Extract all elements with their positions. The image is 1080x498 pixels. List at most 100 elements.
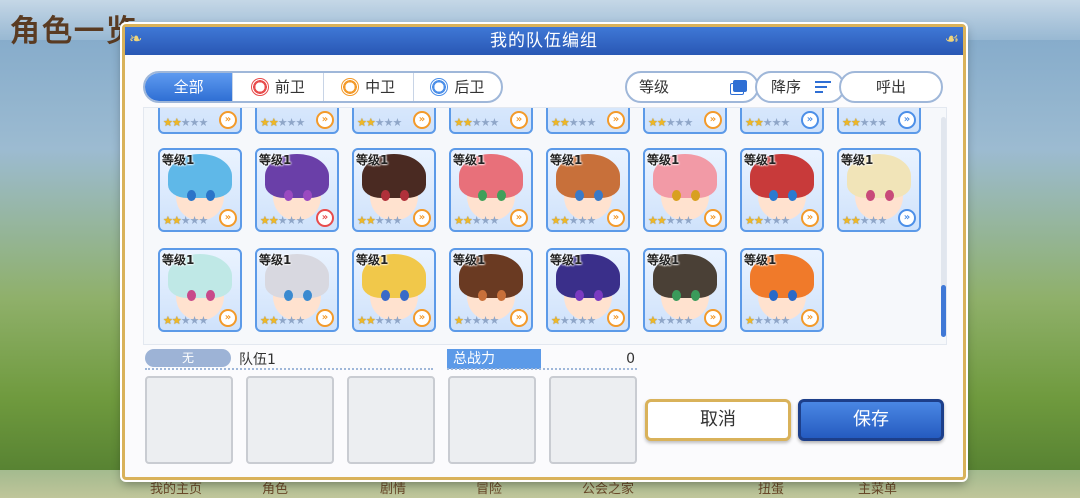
character-card[interactable]: ★★★★★ »: [449, 108, 533, 134]
portrait-eye: [497, 190, 506, 201]
portrait-eye: [400, 190, 409, 201]
tab-front[interactable]: 前卫: [233, 73, 324, 101]
sort-order-icon: [815, 81, 831, 96]
portrait-eye: [187, 190, 196, 201]
character-card[interactable]: 等级1 ★★★★★ »: [546, 148, 630, 232]
character-card[interactable]: 等级1 ★★★★★ »: [643, 248, 727, 332]
character-card[interactable]: 等级1 ★★★★★ »: [643, 148, 727, 232]
team-divider: [145, 368, 433, 370]
character-card[interactable]: ★★★★★ »: [546, 108, 630, 134]
save-button[interactable]: 保存: [798, 399, 944, 441]
character-card[interactable]: 等级1 ★★★★★ »: [837, 148, 921, 232]
character-card[interactable]: ★★★★★ »: [740, 108, 824, 134]
middle-role-icon: »: [219, 209, 237, 227]
character-card[interactable]: ★★★★★ »: [837, 108, 921, 134]
character-level: 等级1: [647, 253, 680, 267]
star-rating: ★★★★★: [163, 116, 208, 129]
grid-scrollbar-thumb[interactable]: [941, 285, 946, 337]
character-grid[interactable]: ★★★★★ » ★★★★★ » ★★★★★ » ★★★★★ » ★★★★★ » ★★★★★ » ★★★★…: [143, 107, 947, 345]
tab-middle[interactable]: 中卫: [324, 73, 414, 101]
middle-role-icon: »: [704, 309, 722, 327]
middle-role-icon: »: [607, 209, 625, 227]
tab-all[interactable]: 全部: [145, 73, 234, 101]
middle-role-icon: »: [607, 111, 625, 129]
team-slot[interactable]: [347, 376, 435, 464]
middle-role-icon: »: [510, 209, 528, 227]
portrait-eye: [478, 290, 487, 301]
character-level: 等级1: [453, 253, 486, 267]
character-card[interactable]: ★★★★★ »: [352, 108, 436, 134]
star-rating: ★★★★★: [357, 314, 402, 327]
character-card[interactable]: 等级1 ★★★★★ »: [158, 248, 242, 332]
call-out-button[interactable]: 呼出: [839, 71, 943, 103]
character-card[interactable]: 等级1 ★★★★★ »: [740, 148, 824, 232]
star-rating: ★★★★★: [648, 214, 693, 227]
character-level: 等级1: [259, 253, 292, 267]
star-rating: ★★★★★: [163, 314, 208, 327]
background-nav-item: 扭蛋: [758, 482, 785, 497]
character-level: 等级1: [550, 153, 583, 167]
character-card[interactable]: 等级1 ★★★★★ »: [158, 148, 242, 232]
portrait-eye: [769, 290, 778, 301]
character-card[interactable]: ★★★★★ »: [643, 108, 727, 134]
power-divider: [447, 368, 637, 370]
portrait-eye: [769, 190, 778, 201]
portrait-eye: [284, 290, 293, 301]
background-screen-title: 角色一览: [10, 14, 138, 49]
portrait-eye: [284, 190, 293, 201]
tab-back[interactable]: 后卫: [414, 73, 501, 101]
middle-role-icon: »: [316, 111, 334, 129]
front-role-icon: »: [316, 209, 334, 227]
middle-role-icon: »: [316, 309, 334, 327]
team-slot[interactable]: [145, 376, 233, 464]
role-filter-tabs: 全部 前卫 中卫 后卫: [143, 71, 503, 103]
character-level: 等级1: [356, 253, 389, 267]
star-rating: ★★★★★: [454, 116, 499, 129]
portrait-eye: [497, 290, 506, 301]
portrait-eye: [303, 190, 312, 201]
star-rating: ★★★★★: [745, 214, 790, 227]
sort-order-button[interactable]: 降序: [755, 71, 845, 103]
back-role-icon: »: [898, 209, 916, 227]
background-nav-item: 剧情: [380, 482, 407, 497]
tab-label: 后卫: [454, 78, 485, 96]
portrait-eye: [381, 190, 390, 201]
character-level: 等级1: [647, 153, 680, 167]
sort-stat-button[interactable]: 等级: [625, 71, 759, 103]
star-rating: ★★★★★: [551, 314, 596, 327]
star-rating: ★★★★★: [648, 314, 693, 327]
character-level: 等级1: [550, 253, 583, 267]
character-card[interactable]: 等级1 ★★★★★ »: [255, 248, 339, 332]
character-card[interactable]: 等级1 ★★★★★ »: [352, 248, 436, 332]
back-role-icon: »: [801, 111, 819, 129]
background-nav-item: 角色: [262, 482, 289, 497]
call-out-label: 呼出: [875, 78, 906, 96]
total-power-value: 0: [626, 351, 635, 367]
character-card[interactable]: 等级1 ★★★★★ »: [546, 248, 630, 332]
character-card[interactable]: 等级1 ★★★★★ »: [740, 248, 824, 332]
portrait-eye: [206, 190, 215, 201]
dialog-title: 我的队伍编组: [490, 31, 598, 51]
star-rating: ★★★★★: [357, 214, 402, 227]
character-card[interactable]: 等级1 ★★★★★ »: [449, 248, 533, 332]
team-slot[interactable]: [549, 376, 637, 464]
star-rating: ★★★★★: [454, 214, 499, 227]
team-slot[interactable]: [246, 376, 334, 464]
middle-role-icon: »: [607, 309, 625, 327]
front-role-icon: [250, 78, 269, 96]
star-rating: ★★★★★: [745, 116, 790, 129]
character-card[interactable]: ★★★★★ »: [255, 108, 339, 134]
middle-role-icon: »: [510, 111, 528, 129]
character-card[interactable]: 等级1 ★★★★★ »: [449, 148, 533, 232]
character-level: 等级1: [841, 153, 874, 167]
character-card[interactable]: ★★★★★ »: [158, 108, 242, 134]
team-name[interactable]: 队伍1: [239, 349, 276, 369]
character-card[interactable]: 等级1 ★★★★★ »: [352, 148, 436, 232]
middle-role-icon: »: [704, 111, 722, 129]
team-slot[interactable]: [448, 376, 536, 464]
dialog-title-bar: 我的队伍编组: [125, 27, 963, 55]
character-card[interactable]: 等级1 ★★★★★ »: [255, 148, 339, 232]
portrait-eye: [788, 290, 797, 301]
cancel-button[interactable]: 取消: [645, 399, 791, 441]
middle-role-icon: »: [704, 209, 722, 227]
